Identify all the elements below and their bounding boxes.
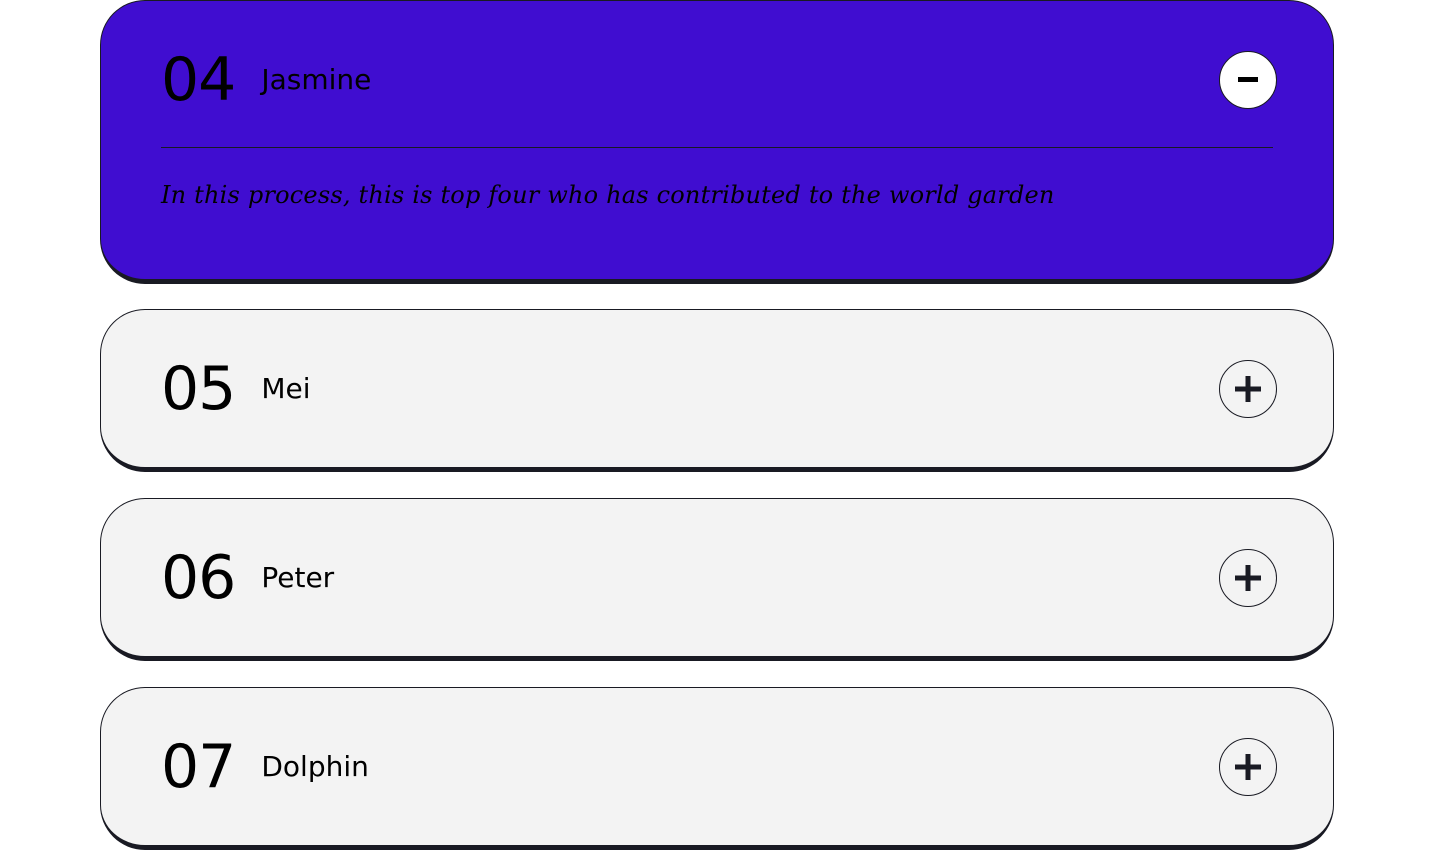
item-number: 05	[161, 354, 236, 424]
item-number: 04	[161, 45, 236, 115]
plus-icon	[1235, 754, 1261, 780]
expand-button[interactable]	[1219, 549, 1277, 607]
item-answer-text: In this process, this is top four who ha…	[161, 181, 1055, 209]
accordion-item-mei[interactable]: 05 Mei	[100, 309, 1334, 472]
item-number: 07	[161, 732, 236, 802]
item-number: 06	[161, 543, 236, 613]
expand-button[interactable]	[1219, 360, 1277, 418]
plus-icon	[1235, 565, 1261, 591]
minus-icon	[1238, 77, 1258, 82]
accordion-item-dolphin[interactable]: 07 Dolphin	[100, 687, 1334, 850]
accordion-header[interactable]: 07 Dolphin	[161, 736, 1277, 798]
expand-button[interactable]	[1219, 738, 1277, 796]
accordion-item-jasmine[interactable]: 04 Jasmine In this process, this is top …	[100, 0, 1334, 284]
plus-icon	[1235, 376, 1261, 402]
item-name: Peter	[261, 561, 335, 594]
divider	[161, 147, 1273, 148]
item-name: Mei	[261, 372, 311, 405]
accordion-header[interactable]: 04 Jasmine	[161, 49, 1277, 111]
accordion-header[interactable]: 06 Peter	[161, 547, 1277, 609]
accordion-item-peter[interactable]: 06 Peter	[100, 498, 1334, 661]
item-name: Dolphin	[261, 750, 369, 783]
collapse-button[interactable]	[1219, 51, 1277, 109]
accordion-header[interactable]: 05 Mei	[161, 358, 1277, 420]
item-name: Jasmine	[261, 63, 372, 96]
